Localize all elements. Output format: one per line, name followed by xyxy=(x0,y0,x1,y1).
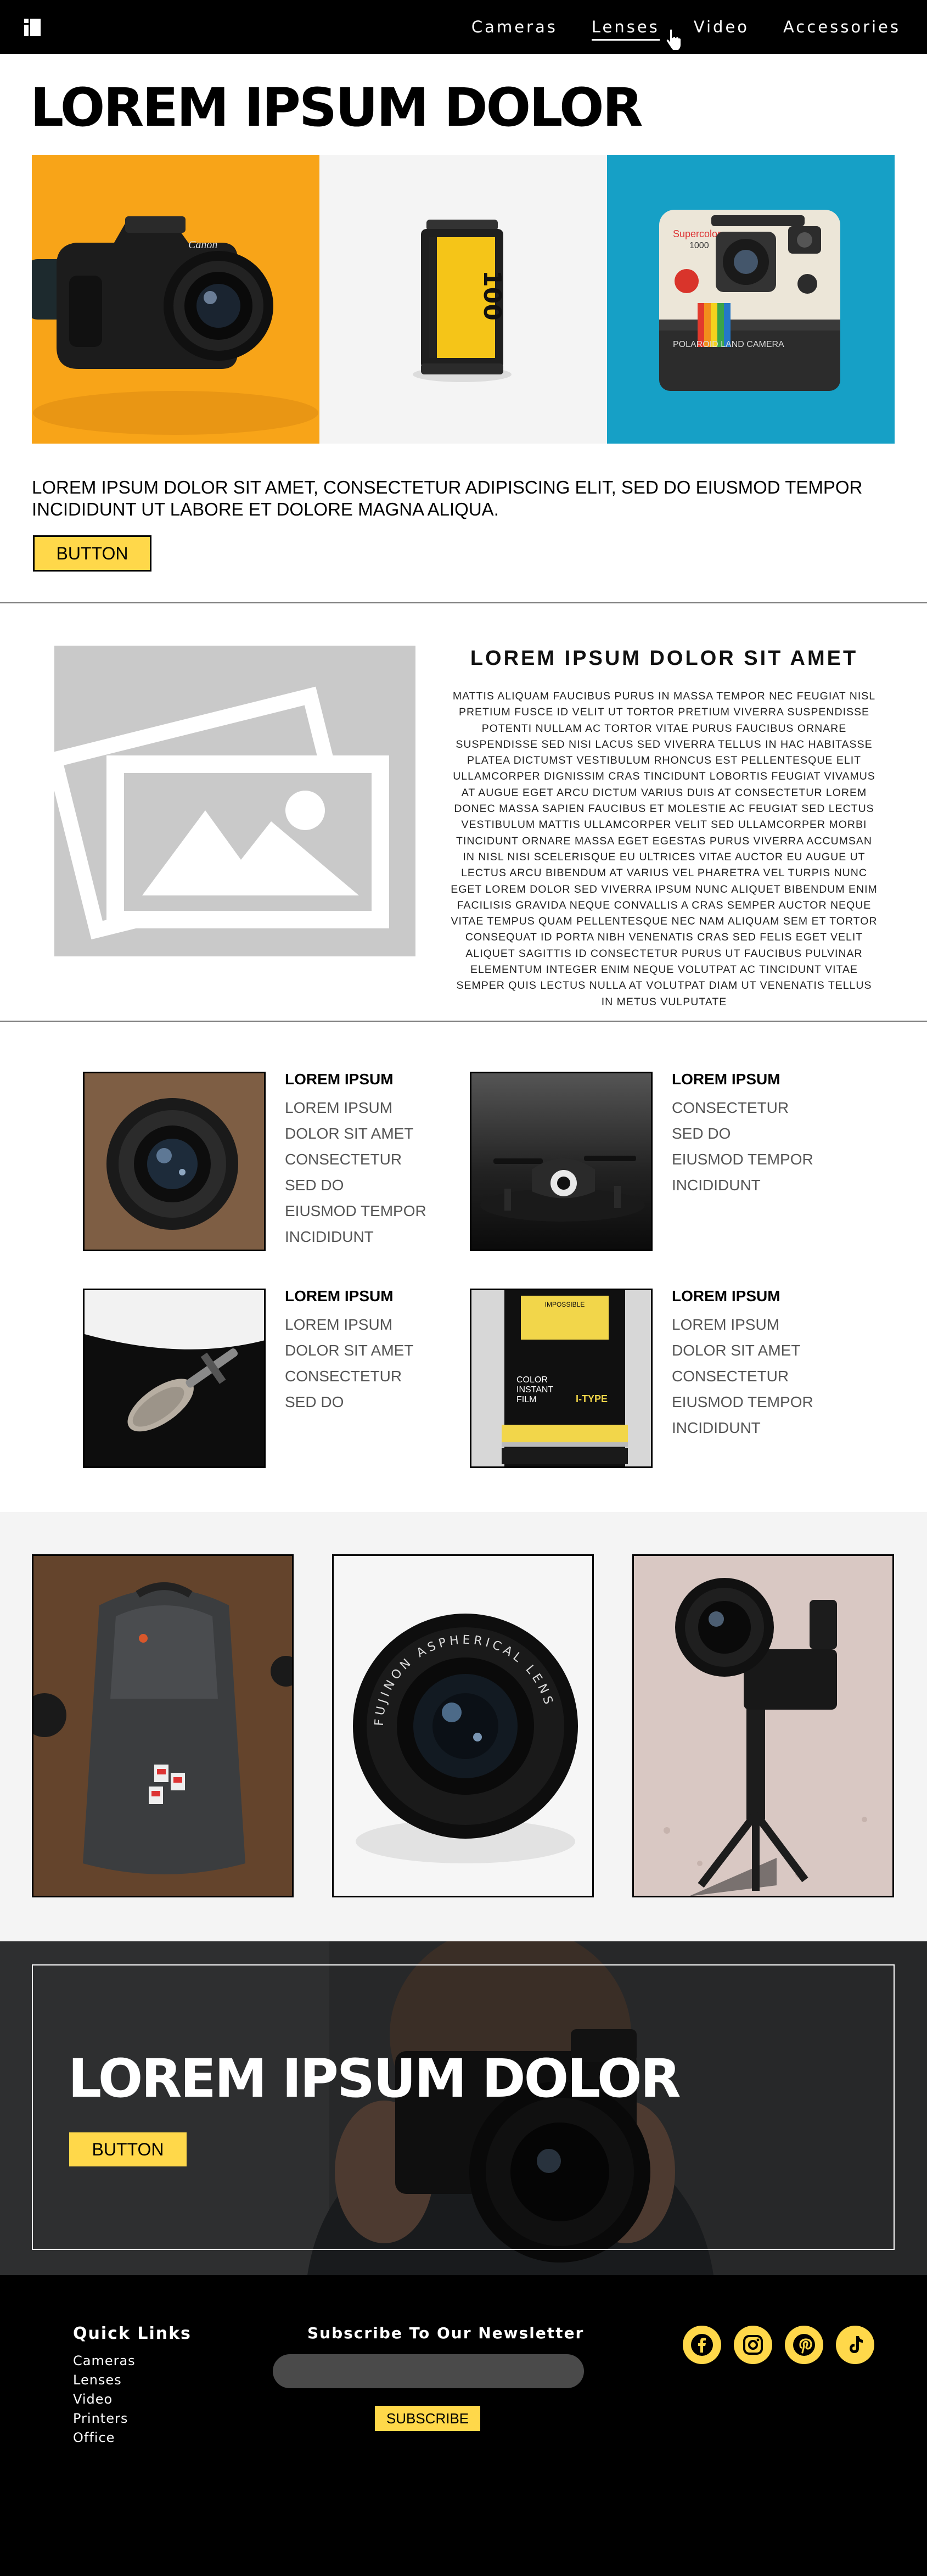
product-card-4: LOREM IPSUM LOREM IPSUM DOLOR SIT AMET C… xyxy=(672,1286,836,1441)
card-line: SED DO xyxy=(285,1177,344,1194)
hero-description: LOREM IPSUM DOLOR SIT AMET, CONSECTETUR … xyxy=(32,477,863,519)
card-line: EIUSMOD TEMPOR xyxy=(672,1151,813,1168)
card-line: CONSECTETUR xyxy=(672,1099,789,1116)
card-line: EIUSMOD TEMPOR xyxy=(672,1393,813,1410)
footer-link-printers[interactable]: Printers xyxy=(73,2411,128,2426)
section-divider xyxy=(0,602,927,603)
banner-title: LOREM IPSUM DOLOR xyxy=(68,2048,681,2109)
footer-link-video[interactable]: Video xyxy=(73,2392,113,2407)
footer-link-lenses[interactable]: Lenses xyxy=(73,2372,122,2388)
card-title: LOREM IPSUM xyxy=(672,1287,780,1304)
feature-body: Mattis aliquam faucibus purus in massa t… xyxy=(451,690,878,1008)
yellow-film-roll-photo: 100 xyxy=(319,155,607,444)
card-line: SED DO xyxy=(672,1125,731,1142)
product-card-3: LOREM IPSUM LOREM IPSUM DOLOR SIT AMET C… xyxy=(285,1286,450,1415)
logo-icon[interactable] xyxy=(24,19,41,36)
card-line: CONSECTETUR xyxy=(285,1368,402,1385)
image-placeholder-icon xyxy=(54,646,415,956)
polaroid-brand-label: Supercolor xyxy=(673,228,721,239)
film-box-brand: IMPOSSIBLE xyxy=(545,1301,585,1308)
card-title: LOREM IPSUM xyxy=(285,1287,394,1304)
newsletter-title: Subscribe To Our Newsletter xyxy=(307,2324,585,2342)
card-line: DOLOR SIT AMET xyxy=(285,1342,414,1359)
polaroid-plate-label: POLAROID LAND CAMERA xyxy=(673,340,784,349)
nav-links: Cameras Lenses Video Accessories xyxy=(471,0,901,54)
quick-links-title: Quick Links xyxy=(73,2324,192,2343)
nav-link-video[interactable]: Video xyxy=(694,18,749,36)
instant-film-photo[interactable]: IMPOSSIBLE COLOR INSTANT FILM I-TYPE xyxy=(470,1289,653,1468)
card-line: INCIDIDUNT xyxy=(672,1177,761,1194)
polaroid-camera-photo: Supercolor 1000 POLAROID LAND CAMERA xyxy=(607,155,895,444)
card-line: INCIDIDUNT xyxy=(672,1419,761,1436)
film-box-line2: INSTANT xyxy=(516,1385,553,1395)
hand-cursor-icon xyxy=(665,28,682,51)
canon-brand-label: Canon xyxy=(188,239,217,251)
newsletter-email-input[interactable] xyxy=(273,2354,584,2388)
section-divider xyxy=(0,1021,927,1022)
gimbal-camera-photo[interactable] xyxy=(632,1554,894,1897)
card-title: LOREM IPSUM xyxy=(672,1071,780,1088)
hero-button[interactable]: BUTTON xyxy=(33,535,151,572)
card-line: DOLOR SIT AMET xyxy=(285,1125,414,1142)
nav-link-cameras[interactable]: Cameras xyxy=(471,18,558,36)
card-line: DOLOR SIT AMET xyxy=(672,1342,801,1359)
card-line: CONSECTETUR xyxy=(672,1368,789,1385)
film-box-line3: FILM xyxy=(516,1395,536,1404)
card-title: LOREM IPSUM xyxy=(285,1071,394,1088)
backpack-photo[interactable] xyxy=(32,1554,294,1897)
top-navbar: Cameras Lenses Video Accessories xyxy=(0,0,927,54)
footer-link-office[interactable]: Office xyxy=(73,2430,115,2445)
polaroid-model-label: 1000 xyxy=(689,241,709,250)
fujinon-lens-photo[interactable]: FUJINON ASPHERICAL LENS xyxy=(332,1554,594,1897)
footer-link-cameras[interactable]: Cameras xyxy=(73,2353,136,2368)
subscribe-button[interactable]: SUBSCRIBE xyxy=(375,2406,480,2431)
canon-camera-photo: Canon xyxy=(32,155,319,444)
microphone-photo[interactable] xyxy=(83,1289,266,1468)
card-line: EIUSMOD TEMPOR xyxy=(285,1202,426,1219)
camera-lens-photo[interactable] xyxy=(83,1072,266,1251)
film-speed-label: 100 xyxy=(478,270,506,321)
instagram-icon[interactable] xyxy=(734,2326,772,2364)
nav-link-accessories[interactable]: Accessories xyxy=(783,18,901,36)
film-box-type: I-TYPE xyxy=(576,1393,608,1404)
feature-title: LOREM IPSUM DOLOR SIT AMET xyxy=(470,647,858,670)
card-line: CONSECTETUR xyxy=(285,1151,402,1168)
drone-photo[interactable] xyxy=(470,1072,653,1251)
product-card-1: LOREM IPSUM LOREM IPSUM DOLOR SIT AMET C… xyxy=(285,1069,450,1250)
nav-link-lenses[interactable]: Lenses xyxy=(591,18,660,41)
film-box-line1: COLOR xyxy=(516,1375,548,1385)
card-line: LOREM IPSUM xyxy=(285,1099,393,1116)
card-line: SED DO xyxy=(285,1393,344,1410)
tiktok-icon[interactable] xyxy=(836,2326,874,2364)
facebook-icon[interactable] xyxy=(683,2326,721,2364)
banner-button[interactable]: BUTTON xyxy=(69,2132,187,2166)
hero-title: LOREM IPSUM DOLOR xyxy=(30,77,643,138)
card-line: LOREM IPSUM xyxy=(285,1316,393,1333)
card-line: LOREM IPSUM xyxy=(672,1316,780,1333)
product-card-2: LOREM IPSUM CONSECTETUR SED DO EIUSMOD T… xyxy=(672,1069,836,1198)
card-line: INCIDIDUNT xyxy=(285,1228,374,1245)
pinterest-icon[interactable] xyxy=(785,2326,823,2364)
